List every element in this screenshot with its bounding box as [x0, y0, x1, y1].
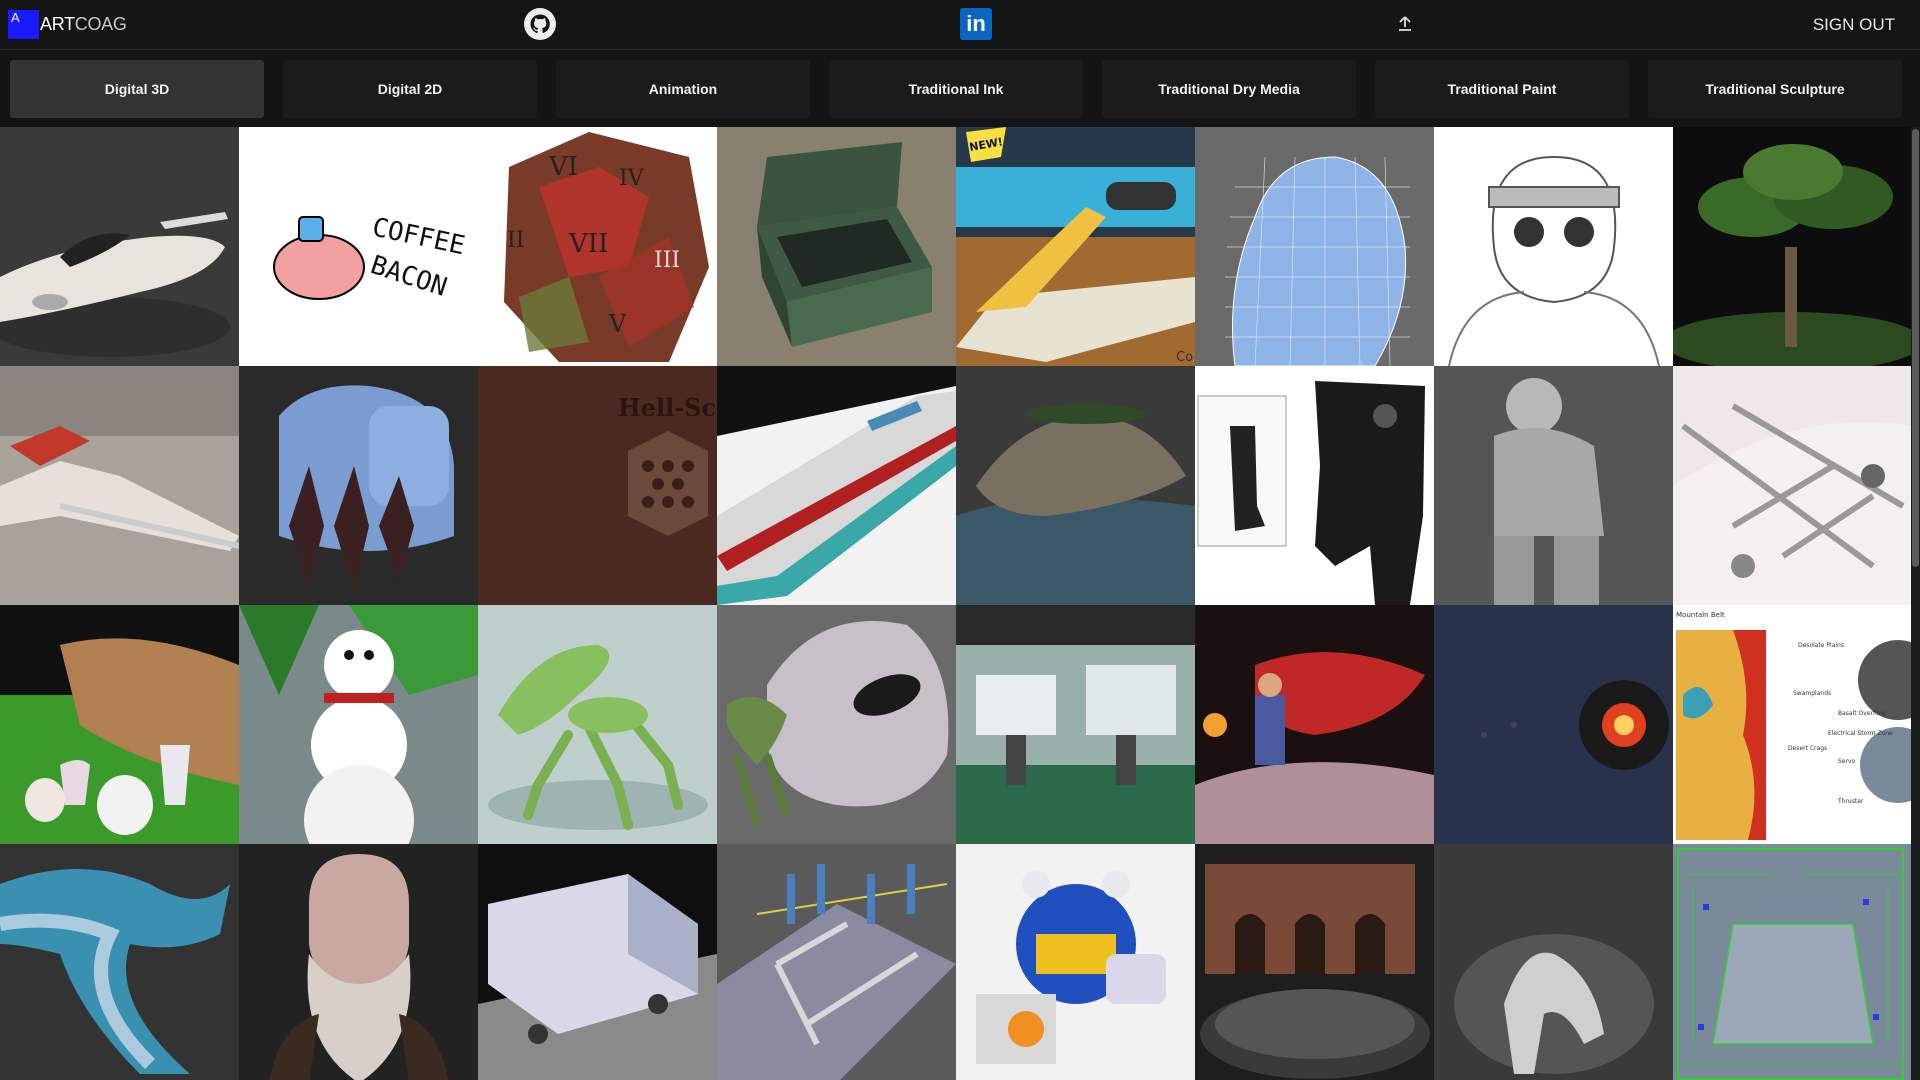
hex-numeral-vi: VI [548, 152, 578, 182]
artcoag-logo[interactable]: A ARTCOAG [8, 10, 127, 39]
logo-badge-letter: A [11, 10, 20, 25]
map-label-thruster: Thruster [1837, 798, 1864, 805]
artwork-thumbnail-train-car[interactable] [478, 844, 717, 1080]
hex-numeral-ii: II [507, 228, 524, 253]
logo-text-coag: COAG [74, 14, 127, 34]
artwork-thumbnail-bearded-bust[interactable] [239, 844, 478, 1080]
map-label-desolate-plains: Desolate Plains [1798, 642, 1844, 649]
artwork-thumbnail-leather-book[interactable]: Hell-Scap [478, 366, 717, 605]
artwork-thumbnail-skull-sketch[interactable] [1434, 127, 1673, 366]
category-tabs: Digital 3D Digital 2D Animation Traditio… [0, 51, 1920, 127]
linkedin-icon[interactable]: in [960, 8, 992, 40]
artwork-thumbnail-dragon-scene[interactable] [1195, 605, 1434, 844]
jet-ski-partial-text: Co [1176, 350, 1193, 365]
artwork-thumbnail-speeder-bike[interactable] [0, 366, 239, 605]
logo-text: ARTCOAG [40, 10, 127, 39]
artwork-thumbnail-shark-wireframe[interactable] [0, 844, 239, 1080]
artwork-thumbnail-steampunk-boot[interactable] [1195, 366, 1434, 605]
map-label-basalt-overflow: Basalt Overflow [1838, 710, 1885, 717]
tab-traditional-dry-media[interactable]: Traditional Dry Media [1102, 60, 1356, 118]
artwork-thumbnail-room-layout[interactable] [717, 844, 956, 1080]
map-label-swamplands: Swamplands [1793, 690, 1831, 697]
tab-traditional-ink[interactable]: Traditional Ink [829, 60, 1083, 118]
artwork-gallery-grid: COFFEE BACON VI IV VII III II V NEW! Co … [0, 127, 1911, 1080]
artwork-thumbnail-blue-mech[interactable] [239, 366, 478, 605]
artwork-thumbnail-alien-creature[interactable] [717, 605, 956, 844]
artwork-thumbnail-blue-robot[interactable] [956, 844, 1195, 1080]
artwork-thumbnail-hover-car[interactable] [0, 127, 239, 366]
artwork-thumbnail-bridge-room[interactable] [956, 605, 1195, 844]
artwork-thumbnail-uv-layout[interactable] [1673, 844, 1911, 1080]
artwork-thumbnail-tree[interactable] [1673, 127, 1911, 366]
artwork-thumbnail-head-wireframe[interactable] [1195, 127, 1434, 366]
tab-digital-3d[interactable]: Digital 3D [10, 60, 264, 118]
artwork-thumbnail-snowman[interactable] [239, 605, 478, 844]
tab-traditional-paint[interactable]: Traditional Paint [1375, 60, 1629, 118]
tab-traditional-sculpture[interactable]: Traditional Sculpture [1648, 60, 1902, 118]
tab-animation[interactable]: Animation [556, 60, 810, 118]
upload-icon[interactable] [1396, 14, 1414, 34]
github-icon[interactable] [524, 8, 556, 40]
artwork-thumbnail-jet-ski[interactable]: NEW! Co [956, 127, 1195, 366]
map-label-desert-crags: Desert Crags [1788, 745, 1827, 752]
tab-digital-2d[interactable]: Digital 2D [283, 60, 537, 118]
top-navigation-bar: A ARTCOAG in SIGN OUT [0, 0, 1920, 50]
logo-text-art: ART [40, 14, 75, 34]
artwork-thumbnail-coffee-bacon-hex-map[interactable]: COFFEE BACON VI IV VII III II V [239, 127, 717, 366]
artwork-thumbnail-island-terrain[interactable] [956, 366, 1195, 605]
logo-badge: A [8, 10, 39, 39]
artwork-thumbnail-military-crate[interactable] [717, 127, 956, 366]
hex-numeral-vii: VII [568, 229, 608, 259]
artwork-thumbnail-dinosaur-render[interactable] [1434, 844, 1673, 1080]
artwork-thumbnail-spaceship[interactable] [717, 366, 956, 605]
hex-numeral-v: V [608, 310, 627, 338]
page-scrollbar-thumb[interactable] [1912, 129, 1919, 567]
artwork-thumbnail-cart[interactable] [1673, 366, 1911, 605]
map-label-electrical-storm-zone: Electrical Storm Zone [1828, 730, 1893, 737]
hex-numeral-iii: III [654, 248, 680, 273]
artwork-thumbnail-mountain-belt-map[interactable]: Mountain Belt Desolate Plains Swamplands… [1673, 605, 1911, 844]
hell-scape-text: Hell-Scap [618, 393, 717, 422]
map-title: Mountain Belt [1676, 611, 1725, 619]
artwork-thumbnail-vases[interactable] [0, 605, 239, 844]
sign-out-button[interactable]: SIGN OUT [1813, 15, 1895, 35]
artwork-thumbnail-clay-figure[interactable] [1434, 366, 1673, 605]
hex-numeral-iv: IV [619, 166, 645, 191]
artwork-thumbnail-mantis-creature[interactable] [478, 605, 717, 844]
map-label-servo: Servo [1838, 758, 1856, 765]
artwork-thumbnail-ruins-diorama[interactable] [1195, 844, 1434, 1080]
artwork-thumbnail-glowing-orb[interactable] [1434, 605, 1673, 844]
